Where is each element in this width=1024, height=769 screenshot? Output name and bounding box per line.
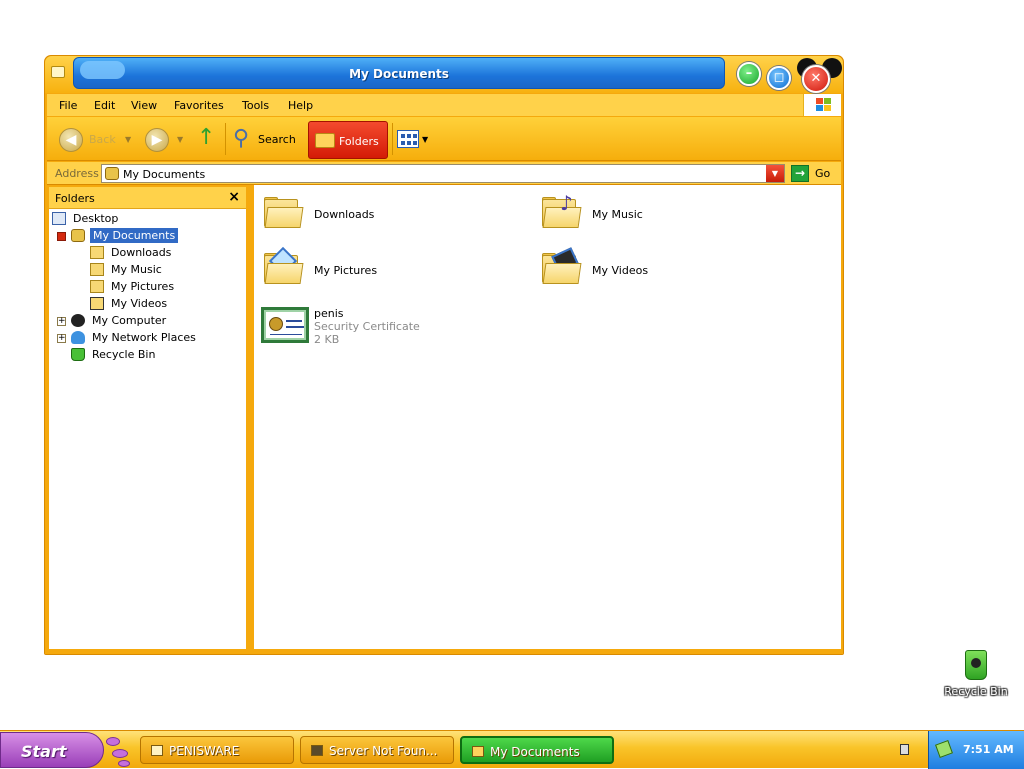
back-arrow-icon: ◀ xyxy=(65,132,77,148)
go-arrow-icon[interactable]: → xyxy=(791,165,809,182)
forward-dropdown-icon[interactable]: ▼ xyxy=(177,135,183,144)
start-bubble-decoration xyxy=(118,760,130,767)
menu-bar: File Edit View Favorites Tools Help xyxy=(47,94,841,116)
keyboard-icon[interactable] xyxy=(900,744,909,755)
clock[interactable]: 7:51 AM xyxy=(963,743,1014,756)
start-label: Start xyxy=(21,742,67,761)
file-type: Security Certificate xyxy=(314,320,420,333)
start-button[interactable]: Start xyxy=(0,732,104,768)
expand-icon[interactable]: + xyxy=(57,334,66,343)
file-item-my-music[interactable]: ♪ My Music xyxy=(542,191,692,235)
start-bubble-decoration xyxy=(112,749,128,758)
file-item-my-pictures[interactable]: My Pictures xyxy=(264,246,414,291)
window-bottom-border xyxy=(45,649,843,654)
close-icon: ✕ xyxy=(810,71,822,86)
title-pill: My Documents xyxy=(73,57,725,89)
views-button[interactable] xyxy=(397,130,419,148)
search-button[interactable]: Search xyxy=(258,133,296,146)
pictures-folder-icon xyxy=(264,246,304,285)
folder-icon xyxy=(472,746,484,757)
explorer-window: My Documents – ◻ ✕ File Edit View Favori… xyxy=(44,55,844,655)
address-value: My Documents xyxy=(123,168,206,181)
expand-icon[interactable]: + xyxy=(57,317,66,326)
views-dropdown-icon[interactable]: ▼ xyxy=(422,135,428,144)
menu-view[interactable]: View xyxy=(131,99,157,112)
network-places-icon xyxy=(71,331,85,344)
music-folder-icon: ♪ xyxy=(542,191,582,229)
address-label: Address xyxy=(55,167,99,180)
menu-favorites[interactable]: Favorites xyxy=(174,99,224,112)
title-bar[interactable]: My Documents – ◻ ✕ xyxy=(45,56,843,93)
my-documents-icon xyxy=(71,229,85,242)
task-button-my-documents[interactable]: My Documents xyxy=(460,736,614,764)
file-item-certificate[interactable]: penis Security Certificate 2 KB xyxy=(261,307,461,351)
folder-icon xyxy=(90,246,104,259)
maximize-icon: ◻ xyxy=(773,70,785,85)
my-computer-icon xyxy=(71,314,85,327)
file-item-my-videos[interactable]: My Videos xyxy=(542,247,692,291)
videos-folder-icon xyxy=(90,297,104,310)
menu-help[interactable]: Help xyxy=(288,99,313,112)
windows-logo-icon xyxy=(803,94,841,116)
my-documents-icon xyxy=(105,167,119,180)
desktop-recycle-bin-label: Recycle Bin xyxy=(944,685,1008,698)
maximize-button[interactable]: ◻ xyxy=(767,66,791,90)
search-icon[interactable]: ⚲ xyxy=(233,126,249,151)
up-folder-icon[interactable]: ↑ xyxy=(197,125,215,150)
address-bar: Address My Documents ▼ → Go xyxy=(47,162,841,185)
folders-button[interactable]: Folders xyxy=(308,121,388,159)
file-item-downloads[interactable]: Downloads xyxy=(264,191,414,235)
file-size: 2 KB xyxy=(314,333,340,346)
desktop-recycle-bin[interactable]: Recycle Bin xyxy=(940,650,1012,698)
forward-arrow-icon: ▶ xyxy=(151,132,163,148)
collapse-icon[interactable] xyxy=(57,232,66,241)
file-view: Downloads ♪ My Music My Pictures My Vide… xyxy=(251,185,841,651)
menu-file[interactable]: File xyxy=(59,99,77,112)
folder-icon xyxy=(264,197,304,229)
recycle-bin-icon xyxy=(965,650,987,680)
file-name: penis xyxy=(314,307,344,320)
go-button[interactable]: Go xyxy=(815,167,830,180)
close-icon[interactable]: × xyxy=(228,189,240,205)
recycle-bin-icon xyxy=(71,348,85,361)
desktop-icon xyxy=(52,212,66,225)
menu-tools[interactable]: Tools xyxy=(242,99,269,112)
videos-folder-icon xyxy=(542,247,582,285)
start-bubble-decoration xyxy=(106,737,120,746)
address-input[interactable]: My Documents ▼ xyxy=(101,164,785,183)
window-icon[interactable] xyxy=(51,66,65,78)
folders-pane: Folders × Desktop My Documents Downloads… xyxy=(47,185,249,651)
system-tray: 7:51 AM xyxy=(928,731,1024,769)
task-button-server-not-found[interactable]: Server Not Foun... xyxy=(300,736,454,764)
minimize-icon: – xyxy=(745,66,753,81)
toolbar: ◀ Back ▼ ▶ ▼ ↑ ⚲ Search Folders ▼ xyxy=(47,117,841,161)
window-icon xyxy=(151,745,163,756)
certificate-icon xyxy=(261,307,309,343)
folders-label: Folders xyxy=(339,135,379,148)
back-dropdown-icon[interactable]: ▼ xyxy=(125,135,131,144)
taskbar: Start PENISWARE Server Not Foun... My Do… xyxy=(0,730,1024,769)
network-icon[interactable] xyxy=(935,740,953,758)
folders-pane-header: Folders × xyxy=(49,187,246,209)
folders-pane-title: Folders xyxy=(55,192,95,205)
minimize-button[interactable]: – xyxy=(737,62,761,86)
back-button[interactable]: ◀ xyxy=(59,128,83,152)
pictures-folder-icon xyxy=(90,280,104,293)
music-folder-icon xyxy=(90,263,104,276)
address-dropdown-icon[interactable]: ▼ xyxy=(766,165,784,182)
folder-icon xyxy=(315,133,335,148)
back-label[interactable]: Back xyxy=(89,133,116,146)
close-button[interactable]: ✕ xyxy=(802,65,830,93)
toolbar-separator xyxy=(392,123,393,155)
window-title: My Documents xyxy=(349,67,449,81)
toolbar-separator xyxy=(225,123,226,155)
menu-edit[interactable]: Edit xyxy=(94,99,115,112)
task-button-peniswware[interactable]: PENISWARE xyxy=(140,736,294,764)
browser-icon xyxy=(311,745,323,756)
forward-button[interactable]: ▶ xyxy=(145,128,169,152)
